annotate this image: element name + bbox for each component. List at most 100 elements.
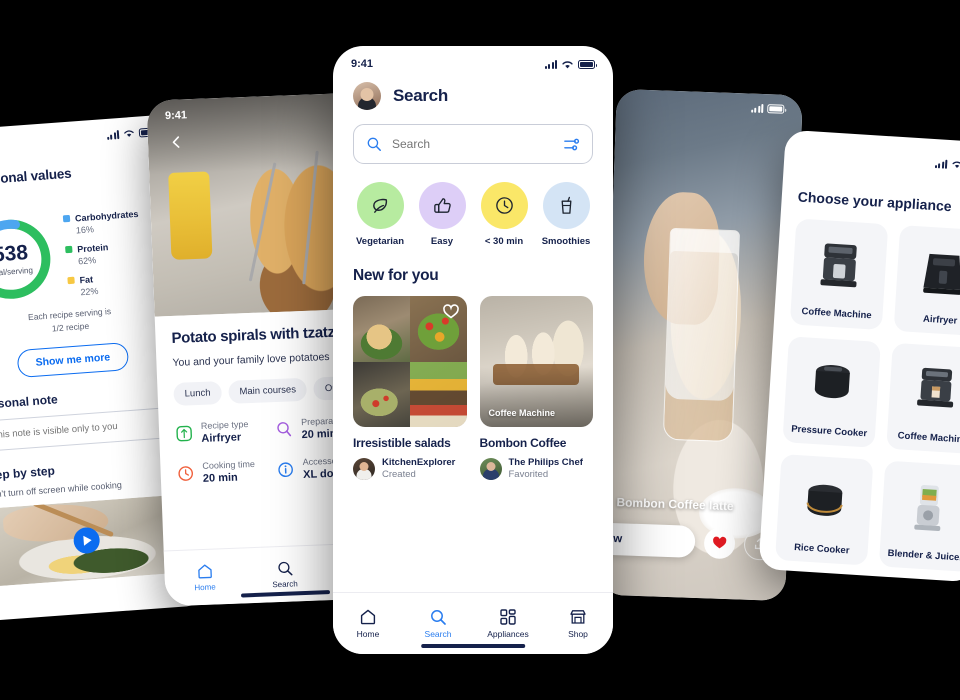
- search-panel: 9:41 Search Vegetarian: [333, 46, 613, 654]
- filter-label: Smoothies: [541, 236, 591, 247]
- search-icon: [431, 610, 446, 625]
- pressure-cooker-icon: [792, 345, 872, 423]
- legend-item: Carbohydrates 16%: [62, 209, 140, 236]
- heart-outline-icon[interactable]: [442, 304, 459, 324]
- page-title: Search: [393, 86, 448, 105]
- filter-label: < 30 min: [484, 236, 524, 247]
- step-video-thumbnail[interactable]: [0, 494, 187, 587]
- search-icon: [277, 561, 293, 576]
- status-icons: [544, 59, 597, 70]
- latte-glass: [662, 227, 741, 443]
- collage-tile: [409, 361, 467, 427]
- signal-icon: [750, 103, 764, 113]
- airfryer-icon: [903, 234, 960, 312]
- appliance-card-espresso-machine[interactable]: Coffee Machine: [886, 342, 960, 455]
- screenshot-stage: 9:41 Nutritional values Energy 538: [0, 0, 960, 700]
- personal-note-heading: Personal note: [0, 391, 59, 412]
- appliance-name: Airfryer: [922, 313, 958, 327]
- view-button[interactable]: View: [599, 519, 696, 558]
- filter-under-30-min[interactable]: < 30 min: [473, 182, 535, 247]
- appliance-name: Coffee Machine: [897, 430, 960, 446]
- legend-item: Fat 22%: [67, 271, 144, 298]
- nutrition-legend: Carbohydrates 16% Protein 62% Fat 22%: [62, 207, 145, 298]
- filter-easy[interactable]: Easy: [411, 182, 473, 247]
- home-indicator: [421, 644, 525, 648]
- appliance-name: Coffee Machine: [801, 305, 872, 322]
- info-icon: [278, 462, 294, 478]
- recipe-card-salads[interactable]: Irresistible salads KitchenExplorer Crea…: [353, 296, 467, 480]
- tab-home[interactable]: Home: [164, 548, 246, 606]
- appliance-card-pressure-cooker[interactable]: Pressure Cooker: [782, 336, 881, 448]
- appliance-name: Blender & Juicer: [887, 547, 960, 564]
- clock-icon: [495, 197, 513, 214]
- appliances-panel: Choose your appliance Coffee Machine Air…: [758, 129, 960, 583]
- spec-label: Cooking time: [202, 459, 256, 472]
- author-name: KitchenExplorer: [382, 457, 456, 468]
- back-button[interactable]: [164, 129, 189, 154]
- author-status: Favorited: [508, 469, 549, 480]
- filter-vegetarian[interactable]: Vegetarian: [349, 182, 411, 247]
- collage-tile: [353, 296, 410, 362]
- personal-note-input[interactable]: [0, 406, 177, 452]
- filter-smoothies[interactable]: Smoothies: [535, 182, 597, 247]
- card-thumbnail: Coffee Machine: [479, 296, 593, 427]
- status-icons: [750, 103, 785, 114]
- tab-label: Home: [194, 582, 216, 593]
- signal-icon: [544, 59, 557, 69]
- clock-icon-bubble: [480, 182, 528, 229]
- filter-bubbles: Vegetarian Easy < 30 min Smoothies: [333, 182, 613, 247]
- search-input[interactable]: [392, 137, 553, 151]
- card-title: Irresistible salads: [353, 436, 451, 450]
- filter-label: Vegetarian: [355, 236, 405, 247]
- legend-swatch-protein: [65, 245, 73, 254]
- search-bar[interactable]: [353, 124, 593, 164]
- tab-shop[interactable]: Shop: [543, 593, 613, 654]
- sliders-icon[interactable]: [563, 136, 580, 153]
- shop-icon: [570, 610, 586, 624]
- home-icon: [197, 564, 212, 579]
- search-icon: [367, 137, 381, 151]
- thumbs-up-icon-bubble: [418, 182, 466, 229]
- appliance-name: Pressure Cooker: [790, 423, 868, 440]
- legend-label-fat: Fat: [79, 274, 94, 286]
- card-title: Bombon Coffee: [479, 436, 567, 450]
- appliance-name: Rice Cooker: [793, 541, 850, 557]
- appliance-card-rice-cooker[interactable]: Rice Cooker: [774, 454, 874, 566]
- filter-label: Easy: [430, 236, 454, 247]
- prep-icon: [277, 422, 292, 437]
- status-bar: 9:41: [333, 46, 613, 76]
- kcal-value: 538: [0, 240, 29, 267]
- chip-main-courses[interactable]: Main courses: [228, 378, 308, 405]
- energy-label: Energy: [0, 181, 158, 207]
- avatar: [353, 457, 375, 480]
- legend-pct-protein: 62%: [77, 255, 97, 267]
- appliance-card-airfryer[interactable]: Airfryer: [893, 225, 960, 337]
- tab-label: Home: [356, 629, 380, 639]
- legend-pct-fat: 22%: [80, 285, 99, 298]
- collage-tile: [353, 361, 410, 427]
- spec-cooking-time: Cooking time 20 min: [176, 459, 269, 487]
- appliance-card-coffee-machine[interactable]: Coffee Machine: [789, 218, 889, 331]
- chip-lunch[interactable]: Lunch: [173, 381, 222, 407]
- signal-icon: [106, 129, 120, 140]
- heart-filled-icon: [713, 536, 727, 549]
- avatar[interactable]: [353, 82, 381, 110]
- legend-label-protein: Protein: [76, 242, 109, 255]
- espresso-machine-icon: [896, 351, 960, 429]
- grid-icon: [500, 609, 516, 625]
- blender-icon: [888, 469, 960, 547]
- recipe-card-list: Irresistible salads KitchenExplorer Crea…: [333, 296, 613, 480]
- favorite-button[interactable]: [703, 526, 736, 559]
- recipe-card-bombon-coffee[interactable]: Coffee Machine Bombon Coffee The Philips…: [479, 296, 593, 480]
- coffee-machine-icon: [799, 227, 879, 305]
- appliance-card-blender-juicer[interactable]: Blender & Juicer: [878, 460, 960, 573]
- battery-icon: [767, 103, 785, 114]
- show-me-more-button[interactable]: Show me more: [16, 341, 130, 378]
- section-title-new-for-you: New for you: [353, 267, 439, 284]
- card-overlay-label: Coffee Machine: [488, 408, 556, 418]
- avatar: [479, 457, 502, 480]
- legend-pct-carbs: 16%: [75, 224, 95, 236]
- signal-icon: [934, 159, 948, 169]
- tab-home[interactable]: Home: [333, 593, 403, 654]
- appliances-grid: Coffee Machine Airfryer Pressure Cooker: [774, 218, 960, 573]
